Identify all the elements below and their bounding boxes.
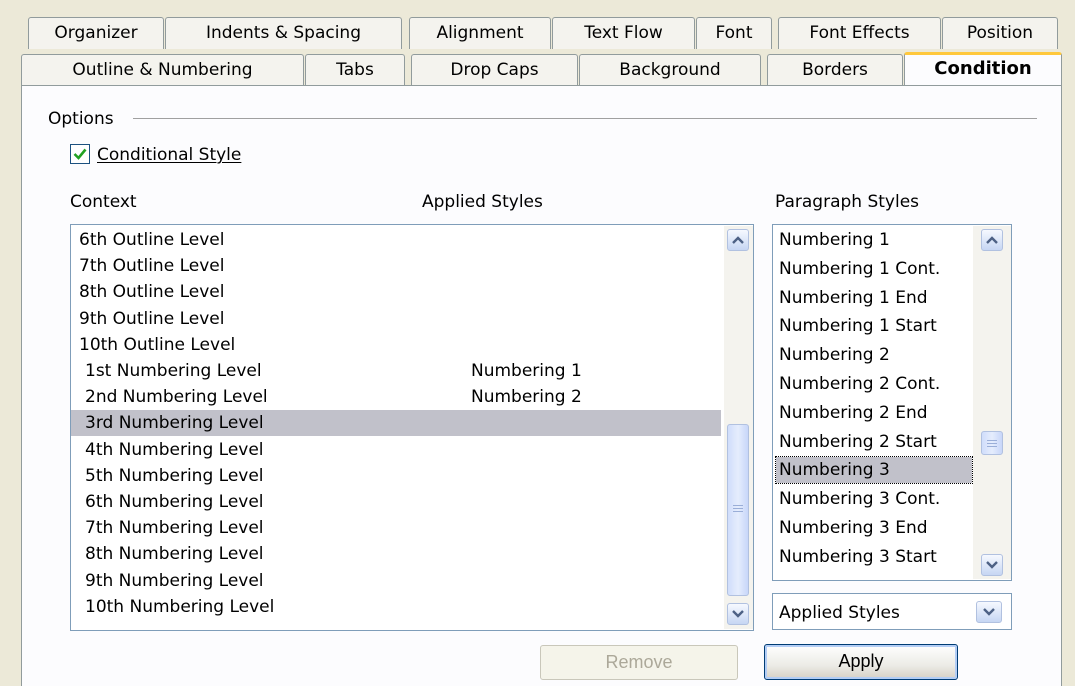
- chevron-up-icon: [732, 236, 744, 244]
- context-cell: 10th Outline Level: [79, 334, 236, 355]
- chevron-down-icon: [986, 561, 998, 569]
- styles-scroll-thumb[interactable]: [981, 431, 1003, 455]
- conditional-style-checkbox[interactable]: [70, 144, 90, 164]
- context-row[interactable]: 8th Outline Level: [71, 279, 721, 305]
- context-row[interactable]: 10th Numbering Level: [71, 594, 721, 620]
- paragraph-style-item[interactable]: Numbering 3 Start: [776, 544, 972, 570]
- context-cell: 10th Numbering Level: [85, 596, 275, 617]
- remove-button[interactable]: Remove: [540, 645, 738, 680]
- paragraph-style-item[interactable]: Numbering 1 Cont.: [776, 256, 972, 282]
- context-cell: 5th Numbering Level: [85, 465, 264, 486]
- paragraph-styles-scrollbar[interactable]: [973, 226, 1011, 579]
- context-list[interactable]: 6th Outline Level 7th Outline Level 8th Ou…: [70, 224, 754, 631]
- options-heading: Options: [48, 109, 114, 129]
- paragraph-style-item[interactable]: Numbering 1: [776, 227, 972, 253]
- context-row[interactable]: 10th Outline Level: [71, 332, 721, 358]
- context-cell: 7th Outline Level: [79, 256, 225, 277]
- paragraph-styles-heading: Paragraph Styles: [775, 192, 920, 212]
- context-cell: 8th Outline Level: [79, 282, 225, 303]
- applied-style-cell: Numbering 1: [471, 361, 582, 381]
- tab-text-flow[interactable]: Text Flow: [552, 17, 695, 49]
- chevron-down-icon: [983, 608, 995, 616]
- paragraph-style-item[interactable]: Numbering 1 End: [776, 285, 972, 311]
- styles-scroll-down-button[interactable]: [981, 554, 1003, 576]
- context-row[interactable]: 2nd Numbering Level Numbering 2: [71, 384, 721, 410]
- tab-organizer[interactable]: Organizer: [28, 17, 164, 49]
- scroll-up-button[interactable]: [727, 229, 749, 251]
- checkmark-icon: [73, 148, 87, 160]
- paragraph-style-item[interactable]: Numbering 2 Cont.: [776, 371, 972, 397]
- context-row[interactable]: 9th Outline Level: [71, 306, 721, 332]
- style-filter-select[interactable]: Applied Styles: [772, 593, 1012, 630]
- paragraph-style-item[interactable]: Numbering 3 End: [776, 515, 972, 541]
- context-cell: 4th Numbering Level: [85, 439, 264, 460]
- paragraph-style-item[interactable]: Numbering 2 Start: [776, 429, 972, 455]
- scroll-thumb[interactable]: [727, 424, 749, 596]
- paragraph-style-item[interactable]: Numbering 3: [775, 456, 973, 485]
- paragraph-style-item[interactable]: Numbering 1 Start: [776, 313, 972, 339]
- context-row[interactable]: 8th Numbering Level: [71, 541, 721, 567]
- context-cell: 7th Numbering Level: [85, 518, 264, 539]
- tab-drop-caps[interactable]: Drop Caps: [411, 54, 578, 86]
- context-row[interactable]: 5th Numbering Level: [71, 463, 721, 489]
- paragraph-style-item[interactable]: Numbering 2 End: [776, 400, 972, 426]
- context-row[interactable]: 3rd Numbering Level: [71, 410, 721, 437]
- context-row[interactable]: 7th Numbering Level: [71, 515, 721, 541]
- context-cell: 9th Numbering Level: [85, 570, 264, 591]
- context-cell: 6th Outline Level: [79, 230, 225, 250]
- context-row[interactable]: 6th Outline Level: [71, 227, 721, 253]
- tab-indents-spacing[interactable]: Indents & Spacing: [165, 17, 402, 49]
- context-cell: 9th Outline Level: [79, 308, 225, 329]
- context-row[interactable]: 4th Numbering Level: [71, 437, 721, 463]
- context-row[interactable]: 6th Numbering Level: [71, 489, 721, 515]
- tab-borders[interactable]: Borders: [767, 54, 903, 86]
- style-filter-value: Applied Styles: [779, 603, 900, 623]
- paragraph-styles-list[interactable]: Numbering 1 Numbering 1 Cont. Numbering 1 …: [772, 224, 1012, 581]
- context-scrollbar[interactable]: [724, 226, 753, 629]
- context-cell: 1st Numbering Level: [85, 361, 262, 381]
- tab-position[interactable]: Position: [942, 17, 1058, 49]
- tab-outline-numbering[interactable]: Outline & Numbering: [21, 54, 304, 86]
- context-cell: 6th Numbering Level: [85, 492, 264, 512]
- context-row[interactable]: 9th Numbering Level: [71, 568, 721, 594]
- chevron-up-icon: [986, 236, 998, 244]
- dropdown-button[interactable]: [976, 601, 1002, 623]
- paragraph-style-item[interactable]: Numbering 3 Cont.: [776, 486, 972, 512]
- chevron-down-icon: [732, 610, 744, 618]
- conditional-style-label[interactable]: Conditional Style: [97, 143, 241, 167]
- context-row[interactable]: 1st Numbering Level Numbering 1: [71, 358, 721, 384]
- context-cell: 8th Numbering Level: [85, 544, 264, 565]
- tab-font-effects[interactable]: Font Effects: [778, 17, 941, 49]
- tab-alignment[interactable]: Alignment: [409, 17, 551, 49]
- apply-button[interactable]: Apply: [764, 644, 958, 680]
- tab-tabs[interactable]: Tabs: [305, 54, 405, 86]
- paragraph-style-item[interactable]: Numbering 2: [776, 342, 972, 368]
- styles-scroll-up-button[interactable]: [981, 229, 1003, 251]
- applied-style-cell: Numbering 2: [471, 387, 582, 408]
- context-heading: Context: [70, 192, 137, 212]
- context-row[interactable]: 7th Outline Level: [71, 253, 721, 279]
- context-cell: 3rd Numbering Level: [85, 413, 264, 434]
- options-divider: [133, 118, 1037, 119]
- context-cell: 2nd Numbering Level: [85, 387, 268, 408]
- tab-condition[interactable]: Condition: [904, 52, 1062, 86]
- applied-styles-heading: Applied Styles: [422, 192, 543, 212]
- tab-background[interactable]: Background: [579, 54, 761, 86]
- tab-font[interactable]: Font: [696, 17, 772, 49]
- scroll-down-button[interactable]: [727, 603, 749, 625]
